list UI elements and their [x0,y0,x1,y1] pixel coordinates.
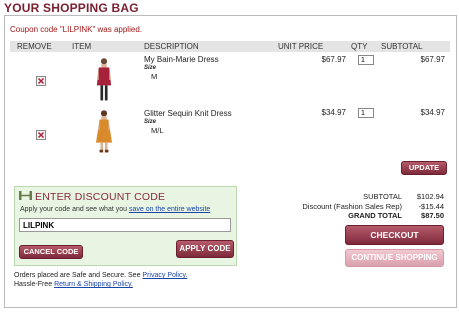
qty-input[interactable] [358,108,374,118]
save-entire-website-link[interactable]: save on the entire website [129,206,210,213]
col-subtotal: SUBTOTAL [381,42,423,51]
discount-subtitle-text: Apply your code and see what you [20,206,128,213]
subtotal-label: SUBTOTAL [363,192,402,201]
tag-icon [19,191,32,200]
footer-privacy: Orders placed are Safe and Secure. See P… [14,272,187,279]
col-description: DESCRIPTION [144,42,199,51]
footer-returns: Hassle-Free Return & Shipping Policy. [14,281,133,288]
coupon-message: Coupon code "LILPINK" was applied. [10,25,142,34]
subtotal-value: $102.94 [416,192,444,201]
grand-total-label: GRAND TOTAL [348,211,402,220]
col-remove: REMOVE [17,42,52,51]
product-image[interactable] [88,106,120,158]
footer-privacy-text: Orders placed are Safe and Secure. See [14,272,141,279]
update-button[interactable]: UPDATE [401,161,447,175]
table-row [36,127,46,145]
product-name[interactable]: Glitter Sequin Knit Dress [144,109,232,118]
row-subtotal: $34.97 [420,108,445,117]
table-row [36,73,46,91]
return-shipping-policy-link[interactable]: Return & Shipping Policy. [54,281,133,288]
remove-icon[interactable] [36,130,46,140]
page-title: YOUR SHOPPING BAG [4,1,139,15]
product-image[interactable] [88,54,120,106]
col-qty: QTY [351,42,368,51]
privacy-policy-link[interactable]: Privacy Policy. [142,272,187,279]
remove-icon[interactable] [36,76,46,86]
discount-subtitle: Apply your code and see what you save on… [20,206,210,213]
size-label: Size [144,119,157,125]
row-subtotal: $67.97 [420,55,445,64]
col-item: ITEM [72,42,92,51]
qty-input[interactable] [358,55,374,65]
cancel-code-button[interactable]: CANCEL CODE [19,245,83,259]
product-name[interactable]: My Bain-Marie Dress [144,55,219,64]
unit-price: $67.97 [321,55,346,64]
discount-value: -$15.44 [418,202,444,211]
size-label: Size [144,65,157,71]
footer-returns-text: Hassle-Free [14,281,53,288]
continue-shopping-button[interactable]: CONTINUE SHOPPING [345,249,444,267]
col-unit-price: UNIT PRICE [278,42,324,51]
apply-code-button[interactable]: APPLY CODE [176,240,234,258]
unit-price: $34.97 [321,108,346,117]
discount-title: ENTER DISCOUNT CODE [35,191,166,203]
size-value: M [151,72,158,81]
checkout-button[interactable]: CHECKOUT [345,225,444,245]
grand-total-value: $87.50 [421,211,444,220]
discount-code-input[interactable] [19,218,231,232]
discount-label: Discount (Fashion Sales Rep) [302,202,402,211]
size-value: M/L [151,126,164,135]
